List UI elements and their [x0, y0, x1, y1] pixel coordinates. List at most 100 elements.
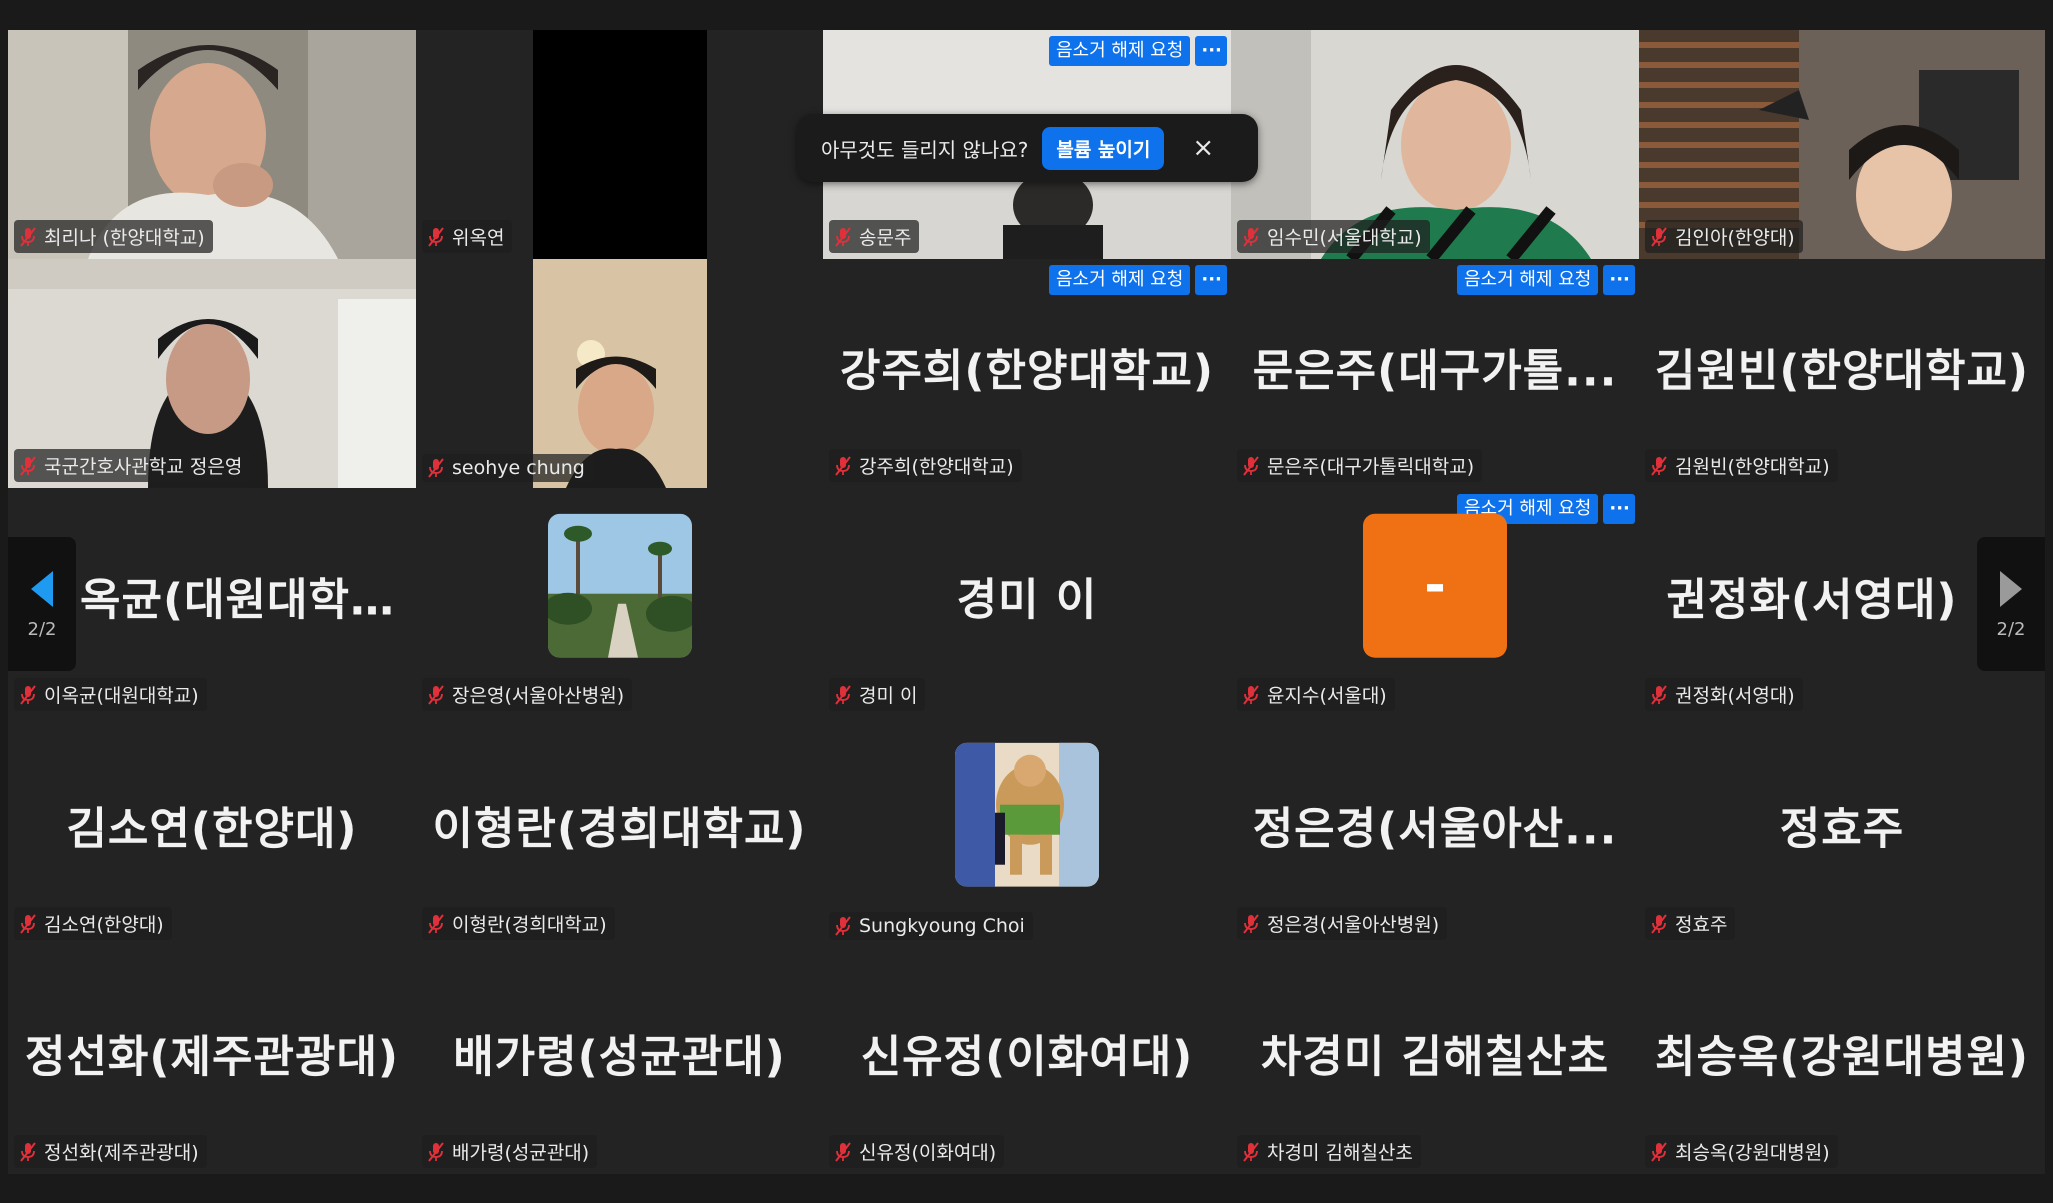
mic-muted-icon — [1649, 1141, 1669, 1163]
next-page-button[interactable]: 2/2 — [1977, 537, 2045, 671]
participant-name-label: 이옥균(대원대학교) — [14, 678, 207, 711]
participant-tile[interactable]: 차경미 김해칠산초 차경미 김해칠산초 — [1231, 946, 1639, 1174]
mic-muted-icon — [1241, 913, 1261, 935]
participant-name-label: 김인아(한양대) — [1645, 220, 1803, 253]
participant-name-label: 임수민(서울대학교) — [1237, 220, 1430, 253]
participant-display-name: 최승옥(강원대병원) — [1654, 1031, 2030, 1083]
participant-tile[interactable]: 최리나 (한양대학교) — [8, 30, 416, 259]
participant-name-label: 정선화(제주관광대) — [14, 1135, 207, 1168]
page-indicator: 2/2 — [1996, 618, 2026, 640]
participant-tile[interactable]: 정선화(제주관광대) 정선화(제주관광대) — [8, 946, 416, 1174]
mic-muted-icon — [18, 684, 38, 706]
mic-muted-icon — [426, 684, 446, 706]
mic-muted-icon — [426, 913, 446, 935]
participant-name-label: 권정화(서영대) — [1645, 678, 1803, 711]
increase-volume-button[interactable]: 볼륨 높이기 — [1042, 126, 1165, 170]
participant-tile[interactable]: 김원빈(한양대학교) 김원빈(한양대학교) — [1639, 259, 2045, 488]
participant-name-label: 강주희(한양대학교) — [829, 449, 1022, 482]
participant-name-label: 신유정(이화여대) — [829, 1135, 1005, 1168]
profile-picture — [547, 513, 692, 658]
mic-muted-icon — [426, 226, 446, 248]
participant-name-label: 차경미 김해칠산초 — [1237, 1135, 1421, 1168]
participant-name-label: 정효주 — [1645, 907, 1736, 940]
mic-muted-icon — [1241, 455, 1261, 477]
mic-muted-icon — [1649, 226, 1669, 248]
participant-display-name: 차경미 김해칠산초 — [1260, 1031, 1610, 1083]
participant-display-name: 정은경(서울아산... — [1252, 802, 1618, 854]
participant-name-label: 송문주 — [829, 220, 920, 253]
mic-muted-icon — [1241, 684, 1261, 706]
participant-tile[interactable]: 음소거 해제 요청 ··· - 윤지수(서울대) — [1231, 488, 1639, 717]
mic-muted-icon — [833, 915, 853, 937]
participant-name-label: seohye chung — [422, 454, 593, 482]
participant-tile[interactable]: 신유정(이화여대) 신유정(이화여대) — [823, 946, 1231, 1174]
mic-muted-icon — [1241, 226, 1261, 248]
mic-muted-icon — [18, 913, 38, 935]
mic-muted-icon — [1649, 684, 1669, 706]
participant-display-name: 배가령(성균관대) — [453, 1031, 786, 1083]
participant-tile[interactable]: 이형란(경희대학교) 이형란(경희대학교) — [416, 717, 823, 946]
participant-display-name: 김소연(한양대) — [66, 802, 358, 854]
participant-tile[interactable]: 김인아(한양대) — [1639, 30, 2045, 259]
more-options-button[interactable]: ··· — [1195, 265, 1228, 295]
participant-tile[interactable]: 음소거 해제 요청 ··· 문은주(대구가톨... 문은주(대구가톨릭대학교) — [1231, 259, 1639, 488]
unmute-request-button[interactable]: 음소거 해제 요청 — [1457, 265, 1599, 295]
participant-name-label: 최승옥(강원대병원) — [1645, 1135, 1838, 1168]
participant-name-label: 배가령(성균관대) — [422, 1135, 598, 1168]
arrow-left-icon — [31, 570, 53, 607]
participant-display-name: 문은주(대구가톨... — [1252, 344, 1618, 396]
mic-muted-icon — [426, 457, 446, 479]
participant-name-label: 김소연(한양대) — [14, 907, 172, 940]
page-indicator: 2/2 — [27, 618, 57, 640]
participant-name-label: 정은경(서울아산병원) — [1237, 907, 1448, 940]
mic-muted-icon — [833, 226, 853, 248]
participant-name-label: 위옥연 — [422, 220, 513, 253]
more-options-button[interactable]: ··· — [1195, 36, 1228, 66]
mic-muted-icon — [1241, 1141, 1261, 1163]
more-options-button[interactable]: ··· — [1603, 494, 1636, 524]
participant-name-label: 국군간호사관학교 정은영 — [14, 449, 251, 482]
participant-name-label: 문은주(대구가톨릭대학교) — [1237, 449, 1483, 482]
mic-muted-icon — [18, 1141, 38, 1163]
unmute-request-button[interactable]: 음소거 해제 요청 — [1049, 265, 1191, 295]
gallery-view: 최리나 (한양대학교) 위옥연 음소거 해제 요청 ··· 송문주 임수민(서울… — [8, 30, 2045, 1174]
participant-tile[interactable]: 배가령(성균관대) 배가령(성균관대) — [416, 946, 823, 1174]
previous-page-button[interactable]: 2/2 — [8, 537, 76, 671]
mic-muted-icon — [426, 1141, 446, 1163]
participant-name-label: 윤지수(서울대) — [1237, 678, 1395, 711]
participant-tile[interactable]: 위옥연 — [416, 30, 707, 259]
participant-tile[interactable]: 경미 이 경미 이 — [823, 488, 1231, 717]
participant-display-name: 김원빈(한양대학교) — [1654, 344, 2030, 396]
participant-display-name: 정효주 — [1779, 802, 1905, 854]
mic-muted-icon — [833, 1141, 853, 1163]
arrow-right-icon — [2000, 570, 2022, 607]
mic-muted-icon — [1649, 455, 1669, 477]
close-icon[interactable]: × — [1192, 135, 1214, 161]
more-options-button[interactable]: ··· — [1603, 265, 1636, 295]
participant-name-label: 장은영(서울아산병원) — [422, 678, 633, 711]
participant-display-name: 신유정(이화여대) — [860, 1031, 1194, 1083]
mic-muted-icon — [833, 684, 853, 706]
unmute-request-button[interactable]: 음소거 해제 요청 — [1049, 36, 1191, 66]
audio-check-toast: 아무것도 들리지 않나요? 볼륨 높이기 × — [797, 114, 1258, 182]
participant-tile[interactable]: 국군간호사관학교 정은영 — [8, 259, 416, 488]
mic-muted-icon — [1649, 913, 1669, 935]
profile-picture — [955, 742, 1099, 887]
participant-tile[interactable]: 장은영(서울아산병원) — [416, 488, 823, 717]
participant-tile[interactable]: 최승옥(강원대병원) 최승옥(강원대병원) — [1639, 946, 2045, 1174]
participant-tile[interactable]: 정효주 정효주 — [1639, 717, 2045, 946]
participant-tile[interactable]: Sungkyoung Choi — [823, 717, 1231, 946]
participant-tile[interactable]: 임수민(서울대학교) — [1231, 30, 1639, 259]
participant-name-label: Sungkyoung Choi — [829, 912, 1033, 940]
participant-tile[interactable]: 음소거 해제 요청 ··· 강주희(한양대학교) 강주희(한양대학교) — [823, 259, 1231, 488]
participant-display-name: 강주희(한양대학교) — [839, 344, 1215, 396]
toast-message: 아무것도 들리지 않나요? — [821, 137, 1029, 162]
participant-display-name: 경미 이 — [956, 573, 1098, 625]
participant-tile[interactable]: 정은경(서울아산... 정은경(서울아산병원) — [1231, 717, 1639, 946]
participant-name-label: 최리나 (한양대학교) — [14, 220, 213, 253]
mic-muted-icon — [833, 455, 853, 477]
participant-tile[interactable]: seohye chung — [416, 259, 707, 488]
participant-tile[interactable]: 김소연(한양대) 김소연(한양대) — [8, 717, 416, 946]
participant-name-label: 경미 이 — [829, 678, 926, 711]
participant-display-name: 정선화(제주관광대) — [24, 1031, 400, 1083]
